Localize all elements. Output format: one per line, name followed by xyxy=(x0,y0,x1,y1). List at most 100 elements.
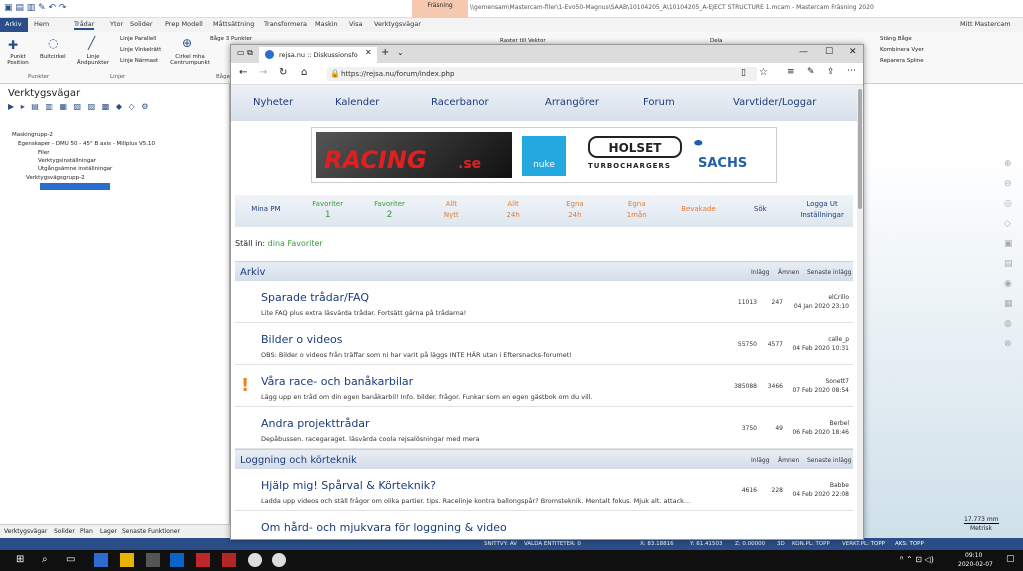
linje-narmast-button[interactable]: Linje Närmast xyxy=(120,58,158,64)
status-snittvy[interactable]: SNITTVY: AV xyxy=(484,541,517,547)
quick-link[interactable]: Favoriter 1 xyxy=(297,199,359,221)
tree-tool-settings[interactable]: Verktygsinställningar xyxy=(38,158,96,164)
url-input[interactable]: 🔒 https://rejsa.nu/forum/index.php xyxy=(327,67,757,81)
status-verktpl[interactable]: VERKT.PL: TOPP xyxy=(842,541,885,547)
view-toolbar[interactable]: ⊕ ⊖ ◎ ◇ ▣ ▤ ◉ ▦ ◍ ⊗ xyxy=(1004,154,1016,454)
chevron-down-icon[interactable]: ⌄ xyxy=(397,48,404,57)
status-3d[interactable]: 3D xyxy=(777,541,785,547)
tab-hem[interactable]: Hem xyxy=(34,20,49,28)
reading-view-icon[interactable]: ▯ xyxy=(741,68,746,78)
outlook-icon[interactable] xyxy=(170,553,184,567)
new-tab-icon[interactable]: + xyxy=(381,47,389,58)
close-tab-icon[interactable]: ✕ xyxy=(365,48,372,57)
forum-title[interactable]: Hjälp mig! Spårval & Körteknik? xyxy=(261,479,436,492)
quick-link[interactable]: Allt Nytt xyxy=(420,199,482,221)
mastercam-taskbar-icon[interactable] xyxy=(196,553,210,567)
linje-andpunkter-button[interactable]: Linje Ändpunkter xyxy=(76,54,110,66)
category-title[interactable]: Loggning och körteknik xyxy=(240,455,357,466)
last-post-user[interactable]: Babbe xyxy=(792,481,849,490)
share-icon[interactable]: ⇪ xyxy=(827,67,835,77)
kombinera-vyer-button[interactable]: Kombinera Vyer xyxy=(880,47,924,53)
quick-link[interactable]: Egna 1mån xyxy=(606,199,668,221)
nav-forum[interactable]: Forum xyxy=(643,97,675,108)
tab-transformera[interactable]: Transformera xyxy=(264,20,307,28)
tab-actions-icon[interactable]: ▭ ⧉ xyxy=(237,48,253,58)
edge-taskbar-icon[interactable] xyxy=(94,553,108,567)
line-icon[interactable]: ╱ xyxy=(88,36,95,50)
pen-icon[interactable]: ✎ xyxy=(807,67,815,77)
tab-prep-modell[interactable]: Prep Modell xyxy=(165,20,203,28)
tab-arkiv[interactable]: Arkiv xyxy=(0,18,28,32)
forward-icon[interactable]: → xyxy=(259,67,267,78)
status-konpl[interactable]: KON.PL: TOPP xyxy=(792,541,830,547)
last-post-user[interactable]: Berbel xyxy=(792,419,849,428)
notification-icon[interactable]: ▢ xyxy=(1006,554,1015,564)
minimize-icon[interactable]: — xyxy=(799,47,808,57)
forum-title[interactable]: Om hård- och mjukvara för loggning & vid… xyxy=(261,521,507,534)
tab-maskin[interactable]: Maskin xyxy=(315,20,338,28)
more-icon[interactable]: ⋯ xyxy=(847,66,856,76)
tab-solider-bottom[interactable]: Solider xyxy=(54,528,75,535)
tree-properties[interactable]: Egenskaper - DMU 50 - 45° B axis - Millp… xyxy=(18,141,155,147)
tab-plan[interactable]: Plan xyxy=(80,528,93,535)
user-name[interactable]: Mitt Mastercam xyxy=(960,20,1011,28)
task-view-icon[interactable]: ▭ xyxy=(66,554,75,565)
context-tab-frasning[interactable]: Fräsning xyxy=(412,0,468,18)
tab-tradar[interactable]: Trådar xyxy=(74,20,95,30)
search-icon[interactable]: ⌕ xyxy=(42,554,48,565)
tab-solider[interactable]: Solider xyxy=(130,20,153,28)
quick-access-icons[interactable]: ▣ ▤ ▥ ✎ ↶ ↷ xyxy=(4,3,66,13)
favorite-star-icon[interactable]: ☆ xyxy=(759,67,768,78)
quick-link[interactable]: Allt 24h xyxy=(482,199,544,221)
quick-link[interactable]: Logga Ut Inställningar xyxy=(791,199,853,221)
back-icon[interactable]: ← xyxy=(239,67,247,78)
tab-verktygsvagar-bottom[interactable]: Verktygsvägar xyxy=(4,528,47,535)
refresh-icon[interactable]: ↻ xyxy=(279,67,287,78)
tab-ytor[interactable]: Ytor xyxy=(110,20,123,28)
app-icon-2[interactable] xyxy=(272,553,286,567)
circle-icon[interactable]: ⊕ xyxy=(182,36,192,50)
app-icon-1[interactable] xyxy=(248,553,262,567)
tab-visa[interactable]: Visa xyxy=(349,20,362,28)
clock-date[interactable]: 2020-02-07 xyxy=(958,561,993,568)
scrollbar-thumb[interactable] xyxy=(858,89,862,209)
nav-kalender[interactable]: Kalender xyxy=(335,97,379,108)
quick-link[interactable]: Mina PM xyxy=(235,199,297,215)
tree-insert-arrow[interactable] xyxy=(40,183,110,190)
tree-stock-settings[interactable]: Utgångsämne inställningar xyxy=(38,166,112,172)
point-icon[interactable]: ✚ xyxy=(8,38,18,52)
cirkel-centrumpunkt-button[interactable]: Cirkel mha Centrumpunkt xyxy=(168,54,212,66)
stall-in-link[interactable]: dina Favoriter xyxy=(268,239,323,248)
calculator-icon[interactable] xyxy=(146,553,160,567)
quick-link[interactable]: Bevakade xyxy=(668,199,730,215)
tree-machine-group[interactable]: Maskingrupp-2 xyxy=(12,132,53,138)
forum-title[interactable]: Våra race- och banåkarbilar xyxy=(261,375,413,388)
clock-time[interactable]: 09:10 xyxy=(965,552,982,559)
bolt-circle-icon[interactable]: ◌ xyxy=(48,36,58,50)
tree-toolpath-group[interactable]: Verktygsvägsgrupp-2 xyxy=(26,175,85,181)
forum-title[interactable]: Sparade trådar/FAQ xyxy=(261,291,369,304)
quick-link[interactable]: Egna 24h xyxy=(544,199,606,221)
bage-3-punkter-button[interactable]: Båge 3 Punkter xyxy=(210,36,252,42)
home-icon[interactable]: ⌂ xyxy=(301,67,307,78)
file-explorer-icon[interactable] xyxy=(120,553,134,567)
favorites-hub-icon[interactable]: ≡ xyxy=(787,67,795,77)
page-scrollbar[interactable] xyxy=(857,85,863,539)
nav-arrangorer[interactable]: Arrangörer xyxy=(545,97,599,108)
bultcirkel-button[interactable]: Bultcirkel xyxy=(40,54,66,60)
browser-tab[interactable]: rejsa.nu :: Diskussionsfo xyxy=(259,47,377,63)
tab-senaste-funktioner[interactable]: Senaste Funktioner xyxy=(122,528,180,535)
maximize-icon[interactable]: ☐ xyxy=(825,47,833,57)
sponsor-banner[interactable]: RACING .se nuke HOLSET TURBOCHARGERS ⬬ S… xyxy=(311,127,777,183)
reparera-spline-button[interactable]: Reparera Spline xyxy=(880,58,924,64)
status-aks[interactable]: AKS: TOPP xyxy=(895,541,924,547)
nav-varvtider[interactable]: Varvtider/Loggar xyxy=(733,97,816,108)
toolpath-toolbar[interactable]: ▶ ▸ ▤ ▥ ▦ ▧ ▨ ▩ ◆ ◇ ⚙ xyxy=(8,102,150,111)
graphics-viewport[interactable]: ⊕ ⊖ ◎ ◇ ▣ ▤ ◉ ▦ ◍ ⊗ 17.773 mm Metrisk xyxy=(864,84,1023,540)
last-post-user[interactable]: elCrillo xyxy=(794,293,849,302)
category-title[interactable]: Arkiv xyxy=(240,267,265,278)
last-post-user[interactable]: calle_p xyxy=(792,335,849,344)
linje-vinkelratt-button[interactable]: Linje Vinkelrätt xyxy=(120,47,161,53)
tree-files[interactable]: Filer xyxy=(38,150,49,156)
forum-title[interactable]: Bilder o videos xyxy=(261,333,342,346)
